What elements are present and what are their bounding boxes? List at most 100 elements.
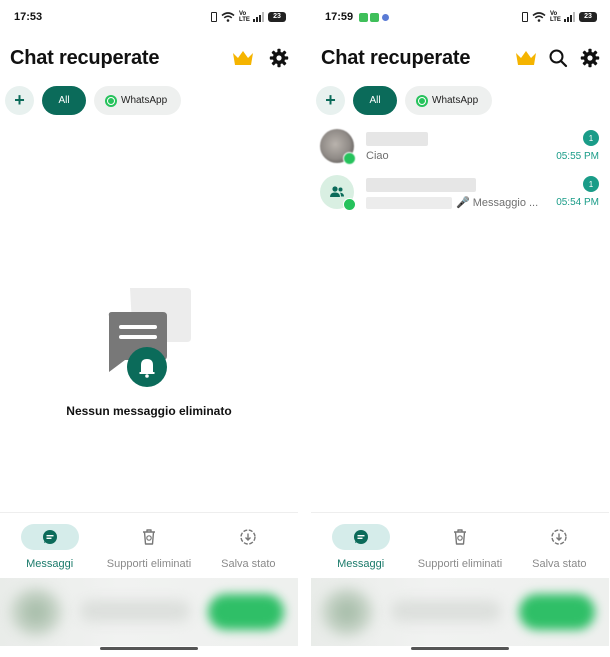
whatsapp-icon (105, 94, 117, 107)
nav-messages-label: Messaggi (337, 558, 385, 570)
crown-icon[interactable] (232, 47, 254, 69)
nav-save-status[interactable]: Salva stato (199, 513, 298, 578)
nav-messages[interactable]: Messaggi (311, 513, 410, 578)
whatsapp-badge-icon (343, 152, 356, 165)
chat-bubble-icon (42, 530, 57, 544)
nav-messages-icon-wrap (20, 524, 79, 550)
left-screen: 17:53 Vo LTE 23 Chat recuperate + All Wha… (0, 0, 298, 657)
volte-icon: Vo LTE (239, 11, 250, 23)
status-icons: Vo LTE 23 (522, 11, 597, 23)
nav-deleted-media-icon-wrap (120, 524, 178, 550)
gear-icon[interactable] (579, 47, 601, 69)
signal-icon (253, 12, 264, 22)
bottom-nav: Messaggi Supporti eliminati Salva stato (0, 512, 298, 578)
nav-deleted-media-label: Supporti eliminati (417, 558, 503, 570)
ad-image (321, 588, 373, 636)
filter-chip-all[interactable]: All (353, 86, 397, 115)
notification-icons (359, 12, 390, 22)
unread-badge: 1 (583, 176, 599, 192)
empty-message: Nessun messaggio eliminato (66, 404, 232, 418)
nav-messages-icon-wrap (331, 524, 390, 550)
nav-save-status-icon-wrap (530, 524, 588, 550)
list-item[interactable]: 🎤 Messaggio ... 1 05:54 PM (311, 172, 609, 218)
vibrate-icon (522, 12, 528, 22)
battery-icon: 23 (579, 12, 597, 22)
unread-badge: 1 (583, 130, 599, 146)
home-indicator[interactable] (411, 647, 509, 650)
gear-icon[interactable] (268, 47, 290, 69)
app-header: Chat recuperate (10, 42, 290, 74)
ad-image (10, 588, 62, 636)
status-icons: Vo LTE 23 (211, 11, 286, 23)
wifi-icon (221, 12, 235, 22)
nav-save-status[interactable]: Salva stato (510, 513, 609, 578)
filter-chip-whatsapp-label: WhatsApp (432, 95, 479, 106)
page-title: Chat recuperate (321, 46, 471, 69)
nav-save-status-icon-wrap (219, 524, 277, 550)
ad-cta-button[interactable] (208, 594, 284, 630)
trash-icon (142, 529, 155, 545)
whatsapp-icon (416, 94, 428, 107)
filter-row: + All WhatsApp (316, 86, 493, 115)
add-filter-button[interactable]: + (5, 86, 34, 115)
filter-chip-whatsapp[interactable]: WhatsApp (405, 86, 493, 115)
nav-save-status-label: Salva stato (532, 558, 587, 570)
avatar (320, 129, 356, 165)
chat-preview: Ciao (366, 150, 389, 162)
nav-save-status-label: Salva stato (221, 558, 276, 570)
nav-messages-label: Messaggi (26, 558, 74, 570)
bottom-nav: Messaggi Supporti eliminati Salva stato (311, 512, 609, 578)
whatsapp-notification-icon (370, 12, 380, 22)
nav-deleted-media[interactable]: Supporti eliminati (410, 513, 509, 578)
add-filter-button[interactable]: + (316, 86, 345, 115)
ad-banner[interactable] (311, 578, 609, 646)
chat-preview-wrap: 🎤 Messaggio ... (366, 196, 538, 209)
nav-deleted-media-label: Supporti eliminati (106, 558, 192, 570)
ad-text (391, 600, 501, 622)
ad-cta-button[interactable] (519, 594, 595, 630)
filter-chip-whatsapp-label: WhatsApp (121, 95, 168, 106)
chat-bubble-icon (353, 530, 368, 544)
app-notification-icon (382, 13, 390, 21)
wifi-icon (532, 12, 546, 22)
filter-chip-all[interactable]: All (42, 86, 86, 115)
status-time: 17:53 (14, 11, 43, 23)
nav-messages[interactable]: Messaggi (0, 513, 99, 578)
whatsapp-notification-icon (359, 12, 369, 22)
app-header: Chat recuperate (321, 42, 601, 74)
header-actions (232, 47, 290, 69)
chat-time: 05:55 PM (556, 151, 599, 162)
group-icon (330, 186, 344, 197)
status-save-icon (240, 529, 257, 545)
battery-icon: 23 (268, 12, 286, 22)
signal-icon (564, 12, 575, 22)
chat-list: Ciao 1 05:55 PM 🎤 Messaggio ... 1 05:54 … (311, 126, 609, 218)
sender-redacted (366, 196, 452, 209)
chat-preview: 🎤 Messaggio ... (456, 197, 539, 209)
ad-text (80, 600, 190, 622)
nav-deleted-media-icon-wrap (431, 524, 489, 550)
avatar (320, 175, 356, 211)
header-actions (515, 47, 601, 69)
search-icon[interactable] (547, 47, 569, 69)
right-screen: 17:59 Vo LTE 23 Chat recuperate + All Wh… (311, 0, 609, 657)
trash-icon (453, 529, 466, 545)
list-item[interactable]: Ciao 1 05:55 PM (311, 126, 609, 172)
contact-name-redacted (366, 132, 428, 146)
home-indicator[interactable] (100, 647, 198, 650)
status-save-icon (551, 529, 568, 545)
chat-time: 05:54 PM (556, 197, 599, 208)
page-title: Chat recuperate (10, 46, 160, 69)
filter-chip-whatsapp[interactable]: WhatsApp (94, 86, 182, 115)
whatsapp-badge-icon (343, 198, 356, 211)
volte-icon: Vo LTE (550, 11, 561, 23)
status-bar: 17:59 Vo LTE 23 (311, 0, 609, 34)
status-bar: 17:53 Vo LTE 23 (0, 0, 298, 34)
ad-banner[interactable] (0, 578, 298, 646)
crown-icon[interactable] (515, 47, 537, 69)
filter-row: + All WhatsApp (5, 86, 182, 115)
contact-name-redacted (366, 178, 476, 192)
nav-deleted-media[interactable]: Supporti eliminati (99, 513, 198, 578)
screen-divider (298, 0, 311, 657)
status-time: 17:59 (325, 11, 354, 23)
